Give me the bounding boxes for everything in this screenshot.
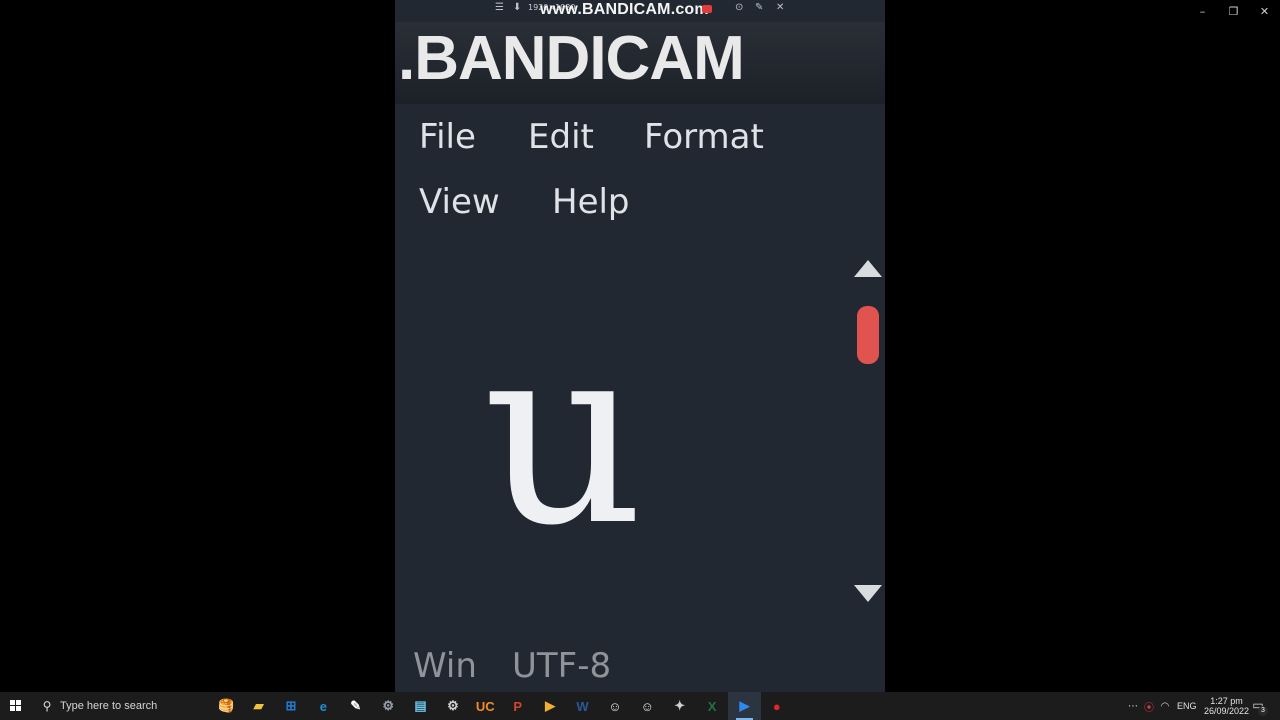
- media-player-icon: ▶: [545, 698, 556, 713]
- language-indicator[interactable]: ENG: [1177, 701, 1197, 711]
- network-icon[interactable]: ◠: [1157, 701, 1173, 712]
- start-button[interactable]: [0, 692, 32, 720]
- menu-edit[interactable]: Edit: [528, 118, 594, 156]
- watermark-banner: .BANDICAM: [395, 22, 885, 104]
- pin-icon[interactable]: ⬇: [513, 2, 521, 13]
- taskbar-pinned-apps: 🥞 ▰ ⊞ e ✎ ⚙ ▤ ⚙ UC P ▶ W ☺ ☺ ✦ X ▶ ●: [210, 692, 793, 720]
- pancake-app-icon: 🥞: [218, 698, 235, 713]
- taskbar-app-button[interactable]: P: [502, 692, 534, 720]
- taskbar-app-button[interactable]: ☺: [631, 692, 663, 720]
- figure-app-icon: ✦: [674, 698, 686, 713]
- vertical-scrollbar[interactable]: [850, 250, 885, 620]
- menu-view[interactable]: View: [419, 183, 500, 221]
- taskbar-app-button[interactable]: e: [307, 692, 339, 720]
- scroll-thumb[interactable]: [857, 306, 879, 364]
- watermark-url: www.BANDICAM.com: [540, 1, 709, 18]
- pencil-icon[interactable]: ✎: [755, 2, 763, 13]
- menu-file[interactable]: File: [419, 118, 476, 156]
- taskbar-app-button[interactable]: ▶: [534, 692, 566, 720]
- excel-icon: X: [707, 698, 717, 714]
- store-icon: ⊞: [285, 698, 297, 713]
- tray-record-icon[interactable]: ⦿: [1141, 699, 1157, 714]
- scroll-down-arrow-icon[interactable]: [854, 585, 882, 602]
- line-ending-status: Win: [413, 646, 477, 686]
- encoding-status: UTF-8: [512, 646, 612, 686]
- tray-overflow-icon[interactable]: ⋯: [1125, 701, 1141, 712]
- taskbar-app-button[interactable]: UC: [469, 692, 501, 720]
- penguin-app-2-icon: ☺: [640, 698, 654, 714]
- notepad-video-panel: ☰ ⬇ 1920×1080 www.BANDICAM.com ⊙ ✎ ✕ .BA…: [395, 0, 885, 692]
- taskbar-app-button[interactable]: ▶: [728, 692, 761, 720]
- text-editor-area[interactable]: u: [395, 240, 850, 630]
- close-icon[interactable]: ✕: [1249, 5, 1280, 18]
- clock[interactable]: 1:27 pm 26/09/2022: [1203, 696, 1251, 716]
- video-editor-icon: ▶: [739, 698, 750, 713]
- taskbar-app-button[interactable]: ●: [761, 692, 793, 720]
- taskbar: ⚲ Type here to search 🥞 ▰ ⊞ e ✎ ⚙ ▤ ⚙ UC P ▶ W ☺ ☺ ✦ X ▶…: [0, 692, 1280, 720]
- settings-icon: ⚙: [447, 698, 459, 713]
- taskbar-app-button[interactable]: W: [566, 692, 598, 720]
- taskbar-app-button[interactable]: ☺: [599, 692, 631, 720]
- window-controls: – ❐ ✕: [1187, 0, 1280, 22]
- restore-icon[interactable]: ❐: [1218, 5, 1249, 18]
- recording-toolbar: ☰ ⬇ 1920×1080 www.BANDICAM.com ⊙ ✎ ✕: [395, 0, 885, 20]
- taskbar-app-button[interactable]: ⚙: [437, 692, 469, 720]
- taskbar-app-button[interactable]: ▰: [242, 692, 274, 720]
- menu-icon[interactable]: ☰: [495, 2, 504, 13]
- bandicam-record-icon: ●: [772, 698, 781, 714]
- windows-logo-icon: [10, 700, 22, 712]
- editor-content: u: [483, 289, 645, 580]
- file-explorer-icon: ▰: [253, 698, 264, 713]
- record-indicator: [702, 5, 712, 13]
- uc-browser-icon: UC: [475, 698, 495, 714]
- menu-help[interactable]: Help: [552, 183, 630, 221]
- toolbar-close-icon[interactable]: ✕: [776, 2, 784, 13]
- pen-app-icon: ✎: [350, 698, 362, 713]
- clock-date: 26/09/2022: [1203, 706, 1250, 716]
- notification-count-badge: 3: [1258, 706, 1268, 716]
- taskbar-app-button[interactable]: ✎: [340, 692, 372, 720]
- taskbar-app-button[interactable]: ⚙: [372, 692, 404, 720]
- taskbar-app-button[interactable]: ▤: [404, 692, 436, 720]
- camera-icon[interactable]: ⊙: [735, 2, 743, 13]
- edge-browser-icon: e: [319, 698, 327, 714]
- penguin-app-icon: ☺: [608, 698, 622, 714]
- minimize-icon[interactable]: –: [1187, 5, 1218, 18]
- gear-wheel-app-icon: ⚙: [382, 698, 394, 713]
- menu-format[interactable]: Format: [644, 118, 764, 156]
- powerpoint-icon: P: [513, 698, 523, 714]
- notepad-app-icon: ▤: [414, 698, 427, 713]
- status-bar: Win UTF-8: [395, 638, 885, 692]
- search-icon: ⚲: [42, 699, 52, 713]
- word-icon: W: [576, 698, 589, 714]
- taskbar-search-box[interactable]: ⚲ Type here to search: [32, 692, 202, 720]
- taskbar-app-button[interactable]: ⊞: [275, 692, 307, 720]
- search-placeholder: Type here to search: [60, 700, 158, 712]
- clock-time: 1:27 pm: [1210, 696, 1243, 706]
- taskbar-app-button[interactable]: ✦: [663, 692, 695, 720]
- scroll-up-arrow-icon[interactable]: [854, 260, 882, 277]
- watermark-logo-text: .BANDICAM: [398, 24, 745, 93]
- taskbar-app-button[interactable]: X: [696, 692, 728, 720]
- taskbar-app-button[interactable]: 🥞: [210, 692, 242, 720]
- system-tray: ⋯ ⦿ ◠ ENG 1:27 pm 26/09/2022: [1125, 692, 1251, 720]
